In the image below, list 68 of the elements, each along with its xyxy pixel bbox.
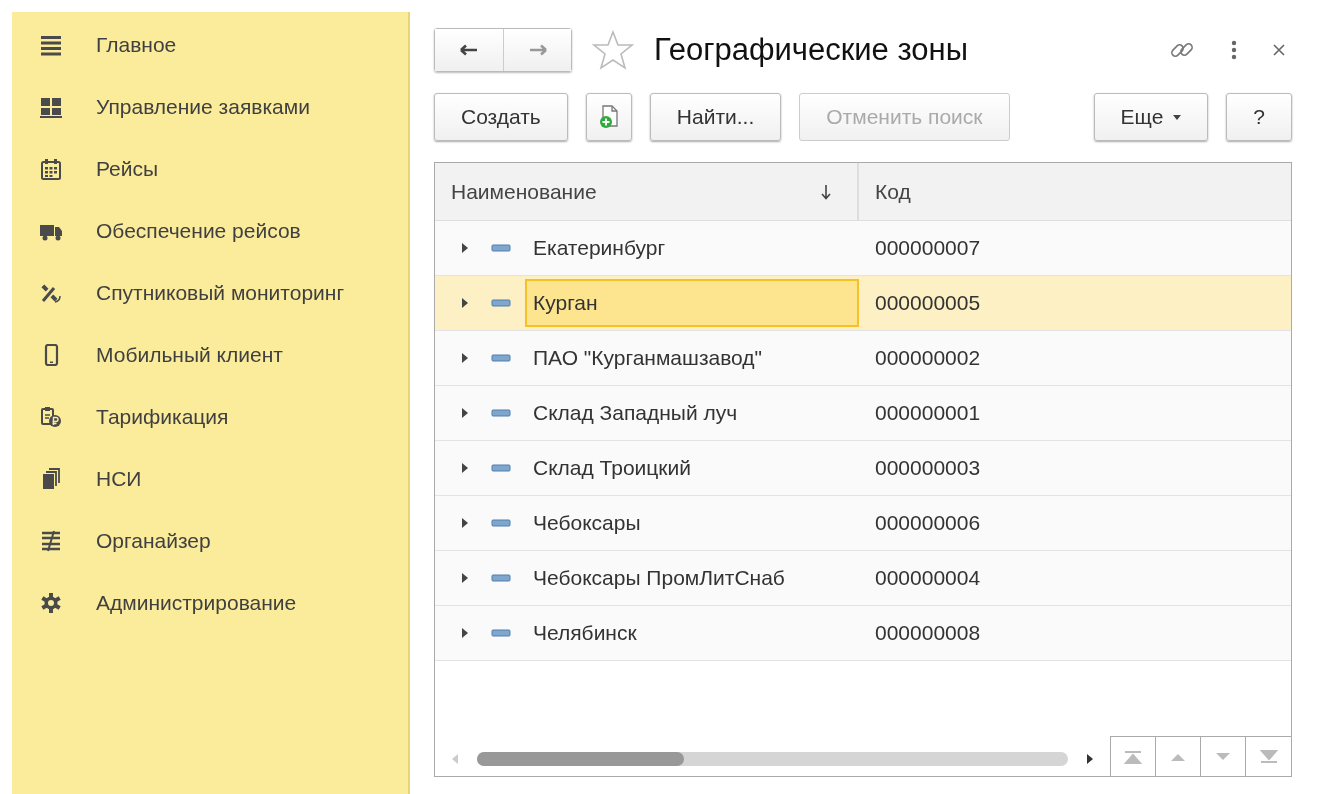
column-header[interactable]: Код	[859, 163, 927, 220]
expand-arrow-icon[interactable]	[461, 298, 469, 308]
expand-arrow-icon[interactable]	[461, 408, 469, 418]
left-arrow-icon	[460, 44, 478, 56]
more-menu-icon[interactable]	[1230, 38, 1238, 62]
table-cell-text: Челябинск	[532, 620, 638, 646]
right-arrow-icon	[528, 44, 547, 56]
expand-arrow-icon[interactable]	[461, 463, 469, 473]
window-title: Географические зоны	[654, 32, 969, 68]
expand-arrow-icon[interactable]	[461, 518, 469, 528]
scrollbar-thumb[interactable]	[477, 752, 684, 766]
star-icon[interactable]	[592, 29, 634, 71]
last-row-icon	[1258, 749, 1279, 764]
scroll-right-icon[interactable]	[1086, 753, 1094, 765]
table-cell-text: 000000004	[874, 565, 981, 591]
table-row[interactable]: Склад Западный луч 000000001	[435, 386, 1291, 441]
caret-icon	[1173, 114, 1182, 120]
element-icon	[491, 354, 511, 362]
table-row[interactable]: Склад Троицкий 000000003	[435, 441, 1291, 496]
table-cell-text: Екатеринбург	[532, 235, 667, 261]
expand-arrow-icon[interactable]	[461, 573, 469, 583]
menu-icon	[40, 34, 62, 56]
scrollbar-track[interactable]	[477, 752, 1068, 766]
expand-arrow-icon[interactable]	[461, 353, 469, 363]
table-cell-text: 000000005	[874, 290, 981, 316]
organizer-icon	[40, 530, 62, 552]
documents-icon	[40, 468, 62, 490]
table-cell-text: 000000002	[874, 345, 981, 371]
first-row-icon	[1123, 749, 1143, 764]
toolbar-button[interactable]: Создать	[434, 93, 568, 141]
toolbar-button[interactable]: ?	[1226, 93, 1292, 141]
table-row[interactable]: ПАО "Курганмашзавод" 000000002	[435, 331, 1291, 386]
close-icon[interactable]	[1272, 43, 1286, 57]
table-row[interactable]: Чебоксары ПромЛитСнаб 000000004	[435, 551, 1291, 606]
add-copy-button[interactable]	[585, 93, 632, 141]
toolbar-button[interactable]: Найти...	[649, 93, 782, 141]
table-row[interactable]: Челябинск 000000008	[435, 606, 1291, 661]
table-cell-text: 000000001	[874, 400, 981, 426]
element-icon	[491, 519, 511, 527]
clipboard-coin-icon	[40, 406, 62, 428]
table-row[interactable]: Курган 000000005	[435, 276, 1291, 331]
table-cell-text: 000000006	[874, 510, 981, 536]
element-icon	[491, 244, 511, 252]
table-cell-text: 000000003	[874, 455, 981, 481]
table-cell-text: 000000008	[874, 620, 981, 646]
more-button[interactable]: Еще	[1093, 93, 1209, 141]
table-cell-text: Склад Западный луч	[532, 400, 739, 426]
expand-arrow-icon[interactable]	[461, 243, 469, 253]
element-icon	[491, 464, 511, 472]
grid-icon	[40, 96, 62, 118]
expand-arrow-icon[interactable]	[461, 628, 469, 638]
table-cell: Курган	[525, 279, 859, 327]
element-icon	[491, 299, 511, 307]
table-cell-text: Чебоксары	[532, 510, 642, 536]
gear-icon	[40, 592, 62, 614]
back-button[interactable]	[435, 29, 503, 71]
table-cell-text: Чебоксары ПромЛитСнаб	[532, 565, 786, 591]
table-cell-text: 000000007	[874, 235, 981, 261]
table-cell-text: Склад Троицкий	[532, 455, 693, 481]
satellite-icon	[40, 282, 62, 304]
document-plus-icon	[598, 105, 619, 129]
calendar-icon	[40, 158, 62, 180]
table-row[interactable]: Чебоксары 000000006	[435, 496, 1291, 551]
table-row[interactable]: Екатеринбург 000000007	[435, 221, 1291, 276]
table-cell-text: ПАО "Курганмашзавод"	[532, 345, 764, 371]
element-icon	[491, 409, 511, 417]
element-icon	[491, 629, 511, 637]
element-icon	[491, 574, 511, 582]
